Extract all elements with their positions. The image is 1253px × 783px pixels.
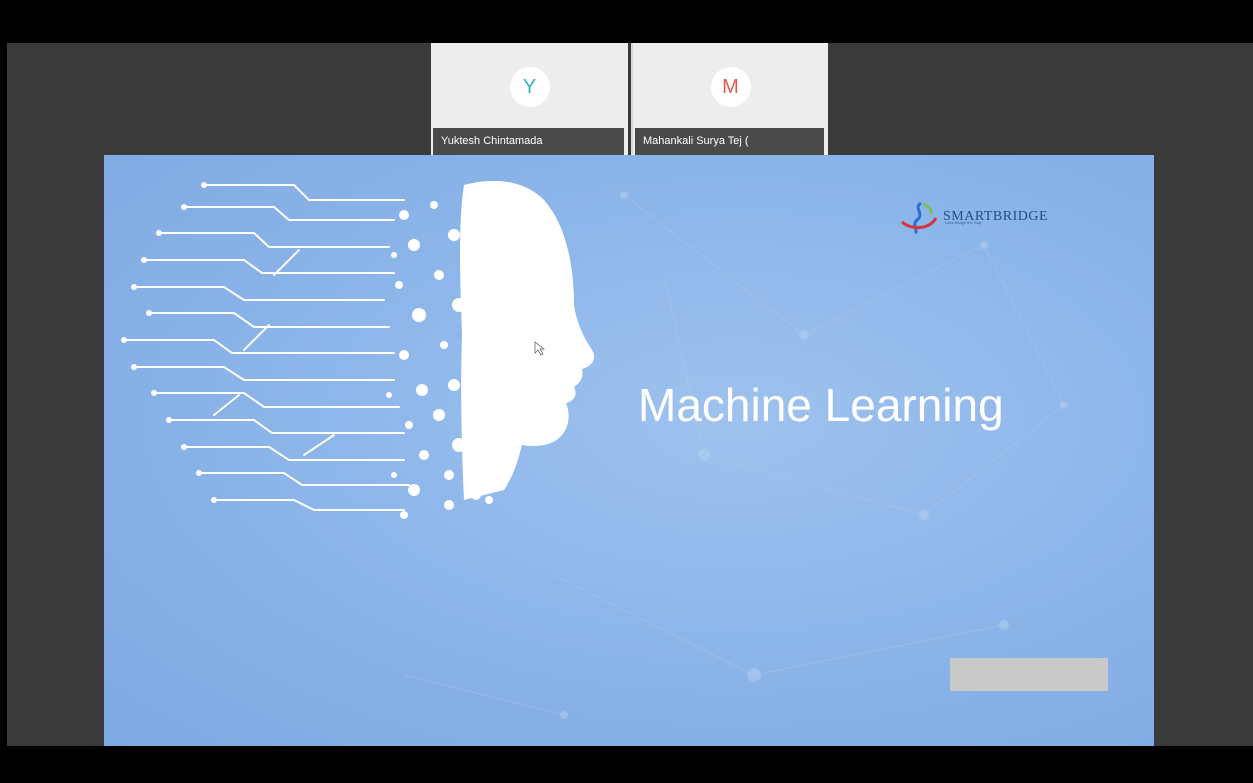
avatar: M [710, 67, 751, 107]
participant-name: Yuktesh Chintamada [433, 128, 624, 155]
brand-tagline: Let's Bridge the Gap [945, 220, 982, 225]
ai-head-circuit-icon [123, 184, 410, 511]
participant-name: Mahankali Surya Tej ( [635, 128, 824, 155]
slide-title: Machine Learning [638, 379, 1004, 431]
shared-screen-slide: SMARTBRIDGE Let's Bridge the Gap Machine… [104, 155, 1154, 746]
avatar-initial: Y [522, 75, 537, 98]
video-stage: Y Yuktesh Chintamada M Mahankali Surya T… [7, 43, 1253, 746]
participant-tile-mahankali[interactable]: M Mahankali Surya Tej ( [631, 43, 828, 155]
participant-tile-yuktesh[interactable]: Y Yuktesh Chintamada [431, 43, 628, 155]
redacted-box [950, 658, 1108, 691]
avatar-initial: M [722, 75, 739, 98]
meeting-window: Y Yuktesh Chintamada M Mahankali Surya T… [0, 0, 1253, 783]
smartbridge-logo-icon [901, 201, 938, 234]
avatar: Y [509, 67, 550, 107]
smartbridge-logo: SMARTBRIDGE Let's Bridge the Gap [899, 200, 1048, 234]
